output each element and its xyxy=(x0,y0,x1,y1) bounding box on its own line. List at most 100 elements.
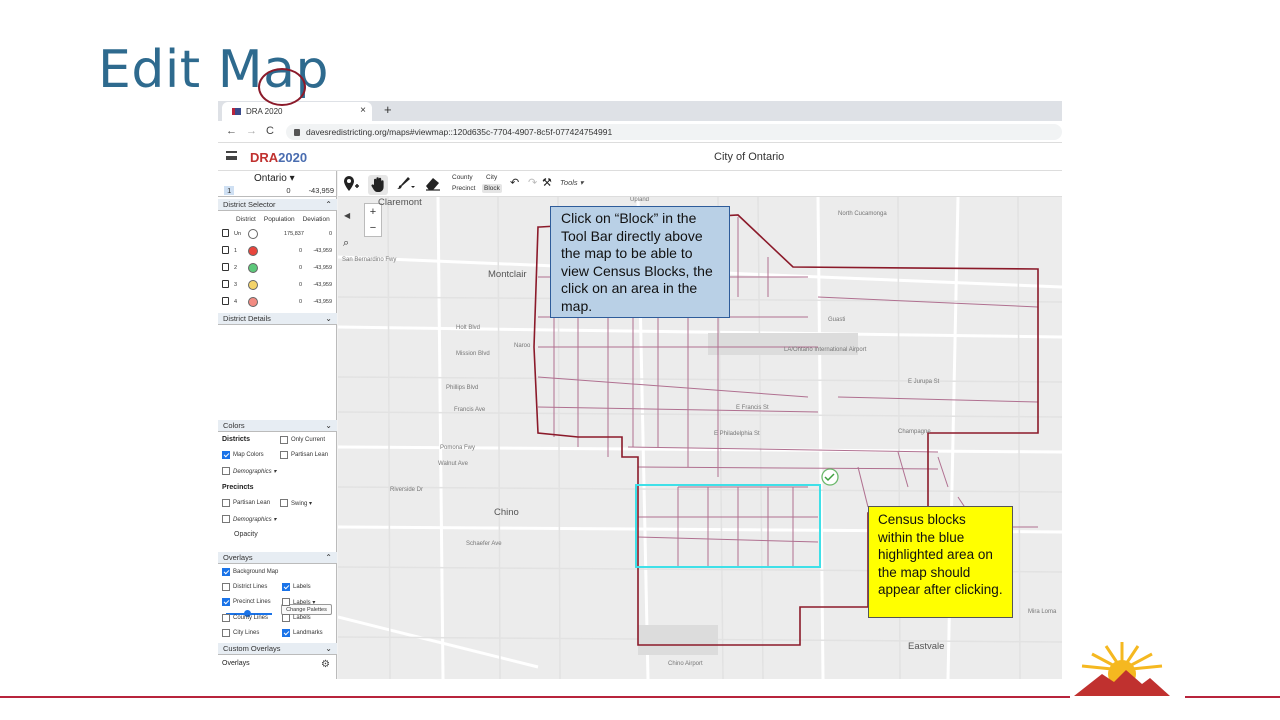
custom-overlays-header[interactable]: Custom Overlays ⌄ xyxy=(218,643,337,655)
map-label: Montclair xyxy=(488,269,527,280)
redo-icon[interactable]: ↷ xyxy=(528,176,537,189)
menu-icon[interactable] xyxy=(226,151,237,160)
demographics-dropdown[interactable]: Demographics ▾ xyxy=(222,467,276,475)
tools-dropdown[interactable]: Tools ▾ xyxy=(560,178,584,187)
partisan-lean-checkbox[interactable]: Partisan Lean xyxy=(280,451,328,459)
pan-hand-icon[interactable] xyxy=(368,175,388,198)
precincts-label: Precincts xyxy=(222,484,254,491)
map-label: Mira Loma xyxy=(1028,609,1057,615)
colors-header[interactable]: Colors ⌄ xyxy=(218,420,337,432)
landmarks-checkbox[interactable]: Landmarks xyxy=(282,629,323,637)
district-lines-checkbox[interactable]: District Lines xyxy=(222,583,267,591)
paint-brush-icon[interactable] xyxy=(394,175,416,194)
district-color-swatch[interactable] xyxy=(248,280,258,290)
district-deviation: -43,959 xyxy=(313,299,332,305)
browser-tab[interactable]: DRA 2020 × xyxy=(222,102,372,121)
zoom-control[interactable]: + − xyxy=(364,203,382,237)
precinct-option[interactable]: Precinct xyxy=(452,185,475,192)
url-text: davesredistricting.org/maps#viewmap::120… xyxy=(306,127,613,137)
district-row[interactable]: 4 0 -43,959 xyxy=(220,295,336,310)
reload-button[interactable]: C xyxy=(266,125,274,137)
district-color-swatch[interactable] xyxy=(248,229,258,239)
zoom-out-button[interactable]: − xyxy=(365,220,381,236)
map-colors-checkbox[interactable]: Map Colors xyxy=(222,451,264,459)
district-labels-checkbox[interactable]: Labels xyxy=(282,583,311,591)
county-lines-checkbox[interactable]: County Lines xyxy=(222,614,268,622)
districts-label: Districts xyxy=(222,436,251,443)
back-button[interactable]: ← xyxy=(226,125,237,137)
map-label: Chino xyxy=(494,507,519,518)
add-pin-icon[interactable] xyxy=(342,175,360,196)
overlays-label: Overlays xyxy=(222,660,250,667)
lock-icon[interactable] xyxy=(222,280,229,288)
lock-icon[interactable] xyxy=(222,229,229,237)
eraser-icon[interactable] xyxy=(424,175,442,194)
new-tab-button[interactable]: + xyxy=(384,102,392,117)
map-label: LA/Ontario International Airport xyxy=(784,347,867,353)
swing-checkbox[interactable]: Swing ▾ xyxy=(280,499,312,507)
lock-icon[interactable] xyxy=(222,297,229,305)
block-option[interactable]: Block xyxy=(482,184,502,193)
district-details-header[interactable]: District Details ⌄ xyxy=(218,313,337,325)
opacity-label: Opacity xyxy=(234,531,258,538)
url-field[interactable]: davesredistricting.org/maps#viewmap::120… xyxy=(286,124,1062,140)
map-name-dropdown[interactable]: Ontario ▾ xyxy=(254,173,295,184)
district-row[interactable]: Un 175,837 0 xyxy=(220,227,336,242)
collapse-sidebar-icon[interactable]: ◀ xyxy=(344,211,350,220)
chevron-down-icon: ⌄ xyxy=(325,314,332,323)
undo-icon[interactable]: ↶ xyxy=(510,176,519,189)
tools-icon[interactable]: ⚒ xyxy=(542,176,552,189)
map-label: Walnut Ave xyxy=(438,461,469,467)
chevron-down-icon: ⌄ xyxy=(325,421,332,430)
map-label: Schaefer Ave xyxy=(466,541,502,547)
dra-logo[interactable]: DRA2020 xyxy=(250,150,307,165)
district-deviation: -43,959 xyxy=(313,265,332,271)
district-label: 4 xyxy=(234,299,238,305)
map-label: Riverside Dr xyxy=(390,487,424,493)
district-color-swatch[interactable] xyxy=(248,297,258,307)
map-label: San Bernardino Fwy xyxy=(342,257,397,263)
map-label: Mission Blvd xyxy=(456,351,490,357)
lock-icon[interactable] xyxy=(222,263,229,271)
district-deviation: -43,959 xyxy=(313,248,332,254)
chevron-up-icon: ⌃ xyxy=(325,200,332,209)
precinct-partisan-lean-checkbox[interactable]: Partisan Lean xyxy=(222,499,270,507)
background-map-checkbox[interactable]: Background Map xyxy=(222,568,278,576)
district-color-swatch[interactable] xyxy=(248,246,258,256)
map-label: Claremont xyxy=(378,197,422,208)
note-callout: Census blocks within the blue highlighte… xyxy=(868,506,1013,618)
lock-icon xyxy=(294,128,300,136)
summary-row: 1 0 -43,959 xyxy=(224,186,334,195)
district-color-swatch[interactable] xyxy=(248,263,258,273)
county-labels-checkbox[interactable]: Labels xyxy=(282,614,311,622)
city-option[interactable]: City xyxy=(486,174,497,181)
overlays-header[interactable]: Overlays ⌃ xyxy=(218,552,337,564)
only-current-checkbox[interactable]: Only Current xyxy=(280,436,325,444)
precinct-labels-dropdown[interactable]: Labels ▾ xyxy=(282,598,315,606)
forward-button[interactable]: → xyxy=(246,125,257,137)
district-row[interactable]: 2 0 -43,959 xyxy=(220,261,336,276)
map-label: Upland xyxy=(630,197,650,203)
district-population: 0 xyxy=(298,265,302,271)
district-selector-header[interactable]: District Selector ⌃ xyxy=(218,199,337,211)
district-row[interactable]: 1 0 -43,959 xyxy=(220,244,336,259)
lock-icon[interactable] xyxy=(222,246,229,254)
gear-icon[interactable]: ⚙ xyxy=(321,659,330,670)
search-icon[interactable]: ⌕ xyxy=(343,237,349,250)
precinct-lines-checkbox[interactable]: Precinct Lines xyxy=(222,598,271,606)
unit-selector: County City Precinct Block xyxy=(450,173,506,195)
browser-tab-bar: DRA 2020 × + xyxy=(218,101,1062,121)
map-label: Champagne xyxy=(898,429,931,435)
district-deviation: -43,959 xyxy=(313,282,332,288)
county-option[interactable]: County xyxy=(452,174,473,181)
sunrise-logo-icon xyxy=(1074,642,1170,696)
district-label: 2 xyxy=(234,265,238,271)
precinct-demographics-dropdown[interactable]: Demographics ▾ xyxy=(222,515,276,523)
map-label: North Cucamonga xyxy=(838,211,887,217)
summary-deviation: -43,959 xyxy=(308,186,334,195)
city-lines-checkbox[interactable]: City Lines xyxy=(222,629,259,637)
map-toolbar: County City Precinct Block ↶ ↷ ⚒ Tools ▾ xyxy=(338,171,1062,197)
map-label: Naroo xyxy=(514,343,531,349)
district-row[interactable]: 3 0 -43,959 xyxy=(220,278,336,293)
tab-close-icon[interactable]: × xyxy=(360,105,366,116)
